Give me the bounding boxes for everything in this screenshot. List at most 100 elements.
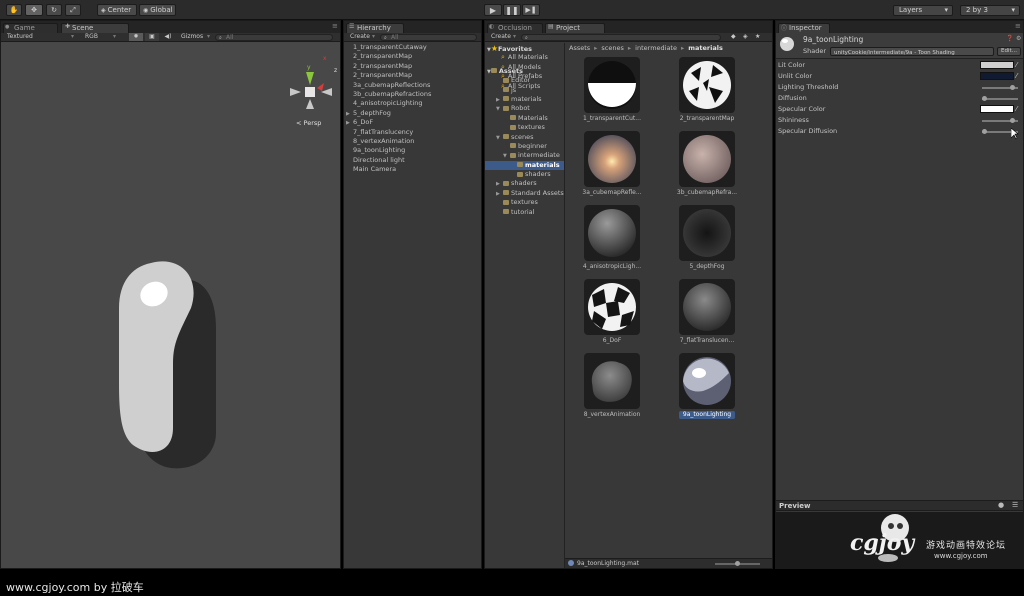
folder-item[interactable]: ▶ shaders [485,179,564,188]
folder-item[interactable]: ▼ scenes [485,133,564,142]
material-thumbnail[interactable] [584,279,640,335]
folder-item[interactable]: materials [485,160,564,171]
material-thumbnail[interactable] [584,353,640,409]
panel-menu-icon[interactable]: ≡ [1015,22,1021,30]
hierarchy-item[interactable]: Main Camera [344,165,481,174]
step-button[interactable]: ▶❚ [522,4,540,16]
layers-dropdown[interactable]: Layers ▾ [893,5,953,16]
color-swatch[interactable] [980,61,1014,69]
hierarchy-item[interactable]: ▶ 6_DoF [344,118,481,127]
breadcrumb-item[interactable]: intermediate [635,44,677,52]
tab-hierarchy[interactable]: Hierarchy [346,23,404,33]
folder-item[interactable]: textures [485,123,564,132]
folder-item[interactable]: ▼ intermediate [485,151,564,160]
hierarchy-item[interactable]: Directional light [344,156,481,165]
folder-item[interactable]: Materials [485,114,564,123]
move-tool-button[interactable]: ✥ [25,4,43,16]
scene-audio-toggle[interactable]: ◀) [161,33,175,41]
folder-item[interactable]: js [485,86,564,95]
hierarchy-item[interactable]: 2_transparentMap [344,62,481,71]
scene-image-toggle[interactable]: ▣ [145,33,159,41]
property-slider[interactable] [982,85,1018,90]
favorite-item[interactable]: ⌕ All Materials [485,53,564,62]
play-button[interactable]: ▶ [484,4,502,16]
pause-button[interactable]: ❚❚ [503,4,521,16]
material-asset[interactable]: 8_vertexAnimation [567,353,657,425]
folder-item[interactable]: ▼ Robot [485,104,564,113]
slider-knob[interactable] [982,96,987,101]
material-asset[interactable]: 3a_cubemapRefle... [567,131,657,203]
property-slider[interactable] [982,96,1018,101]
tab-game[interactable]: Game [3,23,58,33]
render-mode-dropdown[interactable]: RGB [85,33,98,41]
hierarchy-item[interactable]: 9a_toonLighting [344,146,481,155]
tab-scene[interactable]: Scene [61,23,129,33]
hierarchy-item[interactable]: 3b_cubemapRefractions [344,90,481,99]
hierarchy-search-input[interactable]: ⌕ All [380,34,477,41]
material-thumbnail[interactable] [679,279,735,335]
material-asset[interactable]: 2_transparentMap [662,57,752,129]
material-asset[interactable]: 7_flatTranslucen... [662,279,752,351]
space-global-button[interactable]: ◉ Global [139,4,176,16]
draw-mode-dropdown[interactable]: Textured [7,33,33,41]
tab-occlusion[interactable]: Occlusion [487,23,543,33]
folder-item[interactable]: shaders [485,170,564,179]
slider-knob[interactable] [1010,85,1015,90]
tab-project[interactable]: Project [545,23,605,33]
star-filter-icon[interactable]: ★ [755,33,760,41]
hierarchy-item[interactable]: 1_transparentCutaway [344,43,481,52]
search-by-label-icon[interactable]: ◈ [743,33,748,41]
folder-item[interactable]: beginner [485,142,564,151]
material-thumbnail[interactable] [679,353,735,409]
property-slider[interactable] [982,118,1018,123]
favorites-header[interactable]: ▼★Favorites [485,44,564,53]
eyedropper-icon[interactable]: ⁄ [1016,60,1017,71]
material-asset[interactable]: 6_DoF [567,279,657,351]
search-by-type-icon[interactable]: ◆ [731,33,736,41]
assets-header[interactable]: ▼ Assets [485,67,564,76]
shader-dropdown[interactable]: unityCookie/intermediate/9a - Toon Shadi… [830,47,994,56]
folder-item[interactable]: tutorial [485,208,564,217]
breadcrumb-item[interactable]: Assets [569,44,590,52]
project-create-button[interactable]: Create [491,33,511,41]
slider-knob[interactable] [1010,118,1015,123]
hierarchy-item[interactable]: 2_transparentMap [344,71,481,80]
scene-search-input[interactable]: ⌕ All [215,34,333,41]
hierarchy-item[interactable]: 3a_cubemapReflections [344,81,481,90]
folder-item[interactable]: textures [485,198,564,207]
slider-knob[interactable] [982,129,987,134]
scale-tool-button[interactable]: ⤢ [65,4,81,16]
hierarchy-item[interactable]: ▶ 5_depthFog [344,109,481,118]
material-asset[interactable]: 1_transparentCut... [567,57,657,129]
scene-orientation-gizmo[interactable] [290,72,332,109]
material-asset[interactable]: 3b_cubemapRefra... [662,131,752,203]
breadcrumb-item[interactable]: materials [688,44,723,52]
folder-item[interactable]: Editor [485,76,564,85]
folder-item[interactable]: ▶ Standard Assets [485,189,564,198]
persp-label[interactable]: < Persp [296,119,321,127]
eyedropper-icon[interactable]: ⁄ [1016,71,1017,82]
material-thumbnail[interactable] [679,57,735,113]
pivot-center-button[interactable]: ◈ Center [97,4,137,16]
color-swatch[interactable] [980,72,1014,80]
material-thumbnail[interactable] [679,205,735,261]
gear-icon[interactable]: ⚙ [1016,35,1021,42]
layout-dropdown[interactable]: 2 by 3 ▾ [960,5,1020,16]
panel-menu-icon[interactable]: ≡ [332,22,338,30]
hierarchy-item[interactable]: 8_vertexAnimation [344,137,481,146]
hierarchy-create-button[interactable]: Create [350,33,370,41]
material-thumbnail[interactable] [584,205,640,261]
slider-knob[interactable] [735,561,740,566]
thumbnail-size-slider[interactable] [715,561,760,566]
project-search-input[interactable]: ⌕ [521,34,721,41]
hierarchy-item[interactable]: 2_transparentMap [344,52,481,61]
scene-lighting-toggle[interactable]: ✹ [129,33,143,41]
rotate-tool-button[interactable]: ↻ [46,4,62,16]
material-thumbnail[interactable] [679,131,735,187]
material-thumbnail[interactable] [584,131,640,187]
help-icon[interactable]: ❓ [1006,35,1013,42]
shader-edit-button[interactable]: Edit... [997,47,1021,56]
hierarchy-item[interactable]: 4_anisotropicLighting [344,99,481,108]
hierarchy-item[interactable]: 7_flatTranslucency [344,128,481,137]
material-thumbnail[interactable] [584,57,640,113]
